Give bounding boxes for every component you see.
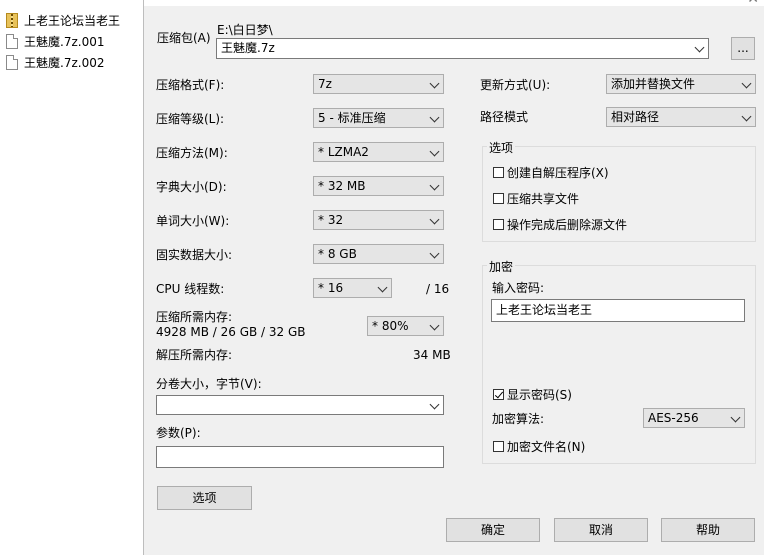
add-to-archive-dialog: ✕ 压缩包(A) E:\白日梦\ 王魅魔.7z ... 压缩格式(F): 7z … [143, 0, 764, 555]
shared-files-checkbox-label: 压缩共享文件 [507, 192, 580, 206]
checkbox-box[interactable] [493, 219, 504, 230]
threads-label: CPU 线程数: [156, 282, 225, 296]
archive-name-combobox[interactable]: 王魅魔.7z [216, 38, 709, 59]
mem-usage-value: * 80% [372, 319, 409, 333]
method-value: * LZMA2 [318, 145, 369, 159]
mem-decompress-label: 解压所需内存: [156, 348, 233, 362]
word-select[interactable]: * 32 [313, 210, 444, 230]
options-group-title: 选项 [487, 139, 516, 156]
mem-compress-detail: 4928 MB / 26 GB / 32 GB [156, 325, 306, 339]
chevron-down-icon [429, 248, 440, 259]
file-item-folder[interactable]: 上老王论坛当老王 [6, 11, 120, 29]
chevron-down-icon [377, 282, 388, 293]
file-name: 上老王论坛当老王 [24, 13, 121, 28]
help-button[interactable]: 帮助 [661, 518, 755, 542]
dict-select[interactable]: * 32 MB [313, 176, 444, 196]
ok-button[interactable]: 确定 [446, 518, 540, 542]
path-mode-label: 路径模式 [480, 110, 529, 124]
file-icon [6, 33, 18, 49]
path-mode-value: 相对路径 [611, 110, 660, 124]
mem-compress-label: 压缩所需内存: [156, 310, 233, 324]
chevron-down-icon [429, 146, 440, 157]
mem-decompress-value: 34 MB [413, 348, 451, 362]
chevron-down-icon [741, 78, 752, 89]
password-input[interactable]: 上老王论坛当老王 [491, 299, 745, 322]
chevron-down-icon [429, 78, 440, 89]
format-value: 7z [318, 77, 332, 91]
solid-label: 固实数据大小: [156, 248, 233, 262]
chevron-down-icon [429, 320, 440, 331]
encryption-group-title: 加密 [487, 258, 516, 275]
level-label: 压缩等级(L): [156, 112, 225, 126]
dict-label: 字典大小(D): [156, 180, 227, 194]
file-name: 王魅魔.7z.002 [24, 55, 105, 70]
chevron-down-icon [730, 412, 741, 423]
checkbox-box[interactable] [493, 167, 504, 178]
password-label: 输入密码: [492, 281, 545, 295]
dict-value: * 32 MB [318, 179, 366, 193]
volume-combobox[interactable] [156, 395, 444, 415]
threads-value: * 16 [318, 281, 344, 295]
browse-button[interactable]: ... [731, 37, 755, 60]
sfx-checkbox-label: 创建自解压程序(X) [507, 166, 609, 180]
chevron-down-icon [429, 112, 440, 123]
dialog-titlebar: ✕ [144, 0, 764, 6]
encryption-method-select[interactable]: AES-256 [643, 408, 745, 428]
threads-max: / 16 [426, 282, 450, 296]
method-select[interactable]: * LZMA2 [313, 142, 444, 162]
file-icon [6, 54, 18, 70]
delete-after-checkbox-label: 操作完成后删除源文件 [507, 218, 628, 232]
encrypt-names-checkbox[interactable]: 加密文件名(N) [493, 438, 585, 455]
chevron-down-icon[interactable] [429, 399, 440, 410]
chevron-down-icon [429, 180, 440, 191]
method-label: 压缩方法(M): [156, 146, 228, 160]
encryption-method-label: 加密算法: [492, 412, 545, 426]
checkbox-box[interactable] [493, 441, 504, 452]
level-select[interactable]: 5 - 标准压缩 [313, 108, 444, 128]
chevron-down-icon[interactable] [694, 42, 705, 53]
threads-select[interactable]: * 16 [313, 278, 392, 298]
archive-label: 压缩包(A) [157, 31, 211, 45]
update-select[interactable]: 添加并替换文件 [606, 74, 756, 94]
encryption-method-value: AES-256 [648, 411, 699, 425]
encrypt-names-label: 加密文件名(N) [507, 440, 586, 454]
file-name: 王魅魔.7z.001 [24, 34, 105, 49]
show-password-checkbox[interactable]: 显示密码(S) [493, 386, 572, 403]
solid-select[interactable]: * 8 GB [313, 244, 444, 264]
update-value: 添加并替换文件 [611, 77, 696, 91]
volume-label: 分卷大小，字节(V): [156, 377, 262, 391]
solid-value: * 8 GB [318, 247, 357, 261]
show-password-label: 显示密码(S) [507, 388, 572, 402]
format-select[interactable]: 7z [313, 74, 444, 94]
checkbox-box[interactable] [493, 389, 504, 400]
params-input[interactable] [156, 446, 444, 468]
close-icon[interactable]: ✕ [747, 0, 759, 6]
cancel-button[interactable]: 取消 [554, 518, 648, 542]
chevron-down-icon [741, 111, 752, 122]
format-label: 压缩格式(F): [156, 78, 225, 92]
update-label: 更新方式(U): [480, 78, 551, 92]
path-mode-select[interactable]: 相对路径 [606, 107, 756, 127]
options-button[interactable]: 选项 [157, 486, 252, 510]
delete-after-checkbox[interactable]: 操作完成后删除源文件 [493, 216, 627, 233]
archive-name-value: 王魅魔.7z [221, 41, 275, 55]
file-item-002[interactable]: 王魅魔.7z.002 [6, 53, 104, 71]
mem-usage-select[interactable]: * 80% [367, 316, 444, 336]
level-value: 5 - 标准压缩 [318, 111, 386, 125]
zip-folder-icon [6, 12, 18, 28]
checkbox-box[interactable] [493, 193, 504, 204]
word-value: * 32 [318, 213, 344, 227]
word-label: 单词大小(W): [156, 214, 230, 228]
archive-path: E:\白日梦\ [217, 23, 273, 37]
params-label: 参数(P): [156, 426, 201, 440]
file-item-001[interactable]: 王魅魔.7z.001 [6, 32, 104, 50]
chevron-down-icon [429, 214, 440, 225]
shared-files-checkbox[interactable]: 压缩共享文件 [493, 190, 579, 207]
file-explorer-panel: 上老王论坛当老王 王魅魔.7z.001 王魅魔.7z.002 [0, 0, 143, 555]
sfx-checkbox[interactable]: 创建自解压程序(X) [493, 164, 609, 181]
